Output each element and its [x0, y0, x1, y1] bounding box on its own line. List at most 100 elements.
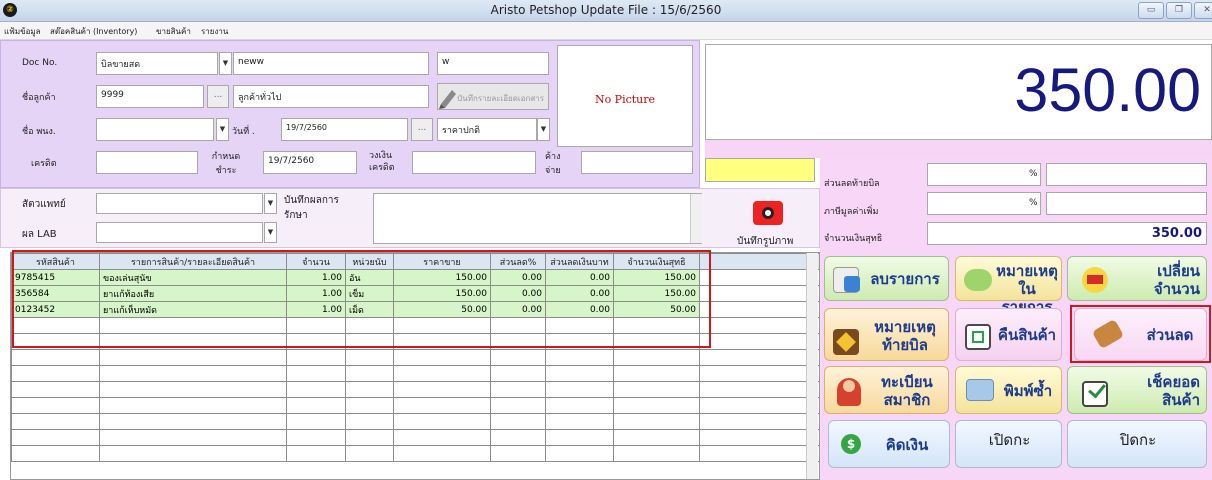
delete-item-label: ลบรายการ: [870, 270, 940, 288]
grid-scrollbar[interactable]: [806, 253, 818, 479]
pay-label: คิดเงิน: [885, 436, 929, 454]
memo-scrollbar[interactable]: [690, 194, 702, 243]
camera-icon[interactable]: [753, 201, 783, 225]
notebook-icon: [833, 329, 859, 355]
chevron-down-icon[interactable]: ▼: [264, 222, 277, 243]
check-stock-label-1: เช็คยอด: [1147, 373, 1200, 391]
delete-icon: [833, 267, 860, 293]
menu-inventory[interactable]: สต๊อคสินค้า (Inventory): [50, 25, 137, 38]
date-picker-button[interactable]: ...: [411, 118, 433, 141]
empty-row[interactable]: [11, 365, 819, 382]
return-item-label: คืนสินค้า: [997, 326, 1057, 344]
credit-limit-field[interactable]: [412, 151, 536, 174]
empty-row[interactable]: [11, 445, 819, 462]
due-date-field[interactable]: 19/7/2560: [263, 151, 357, 174]
menu-bar: แฟ้มข้อมูล สต๊อคสินค้า (Inventory) ขายสิ…: [0, 22, 1212, 40]
date-label: วันที่ .: [232, 127, 255, 137]
lab-field[interactable]: [96, 222, 263, 243]
total-amount: 350.00: [1014, 56, 1201, 124]
open-shift-button[interactable]: เปิดกะ: [955, 420, 1062, 468]
discount-amount-field[interactable]: [1046, 163, 1207, 186]
net-field: 350.00: [927, 222, 1207, 245]
bill-note-button[interactable]: หมายเหตุ ท้ายบิล: [824, 308, 949, 361]
close-icon[interactable]: ✕: [1194, 2, 1212, 19]
menu-sales[interactable]: ขายสินค้า: [156, 25, 191, 38]
doc-extra-field[interactable]: w: [437, 52, 549, 75]
check-stock-label-2: สินค้า: [1162, 391, 1200, 409]
vat-percent-sign: %: [1029, 198, 1038, 208]
chat-icon: [964, 269, 992, 291]
owe-label: ค้าง จ่าย: [545, 152, 561, 176]
doc-type-select[interactable]: บิลขายสด: [96, 52, 218, 75]
menu-file[interactable]: แฟ้มข้อมูล: [4, 25, 41, 38]
chevron-down-icon[interactable]: ▼: [264, 193, 277, 214]
empty-row[interactable]: [11, 413, 819, 430]
minimize-icon[interactable]: ▭: [1138, 2, 1164, 19]
credit-field[interactable]: [96, 151, 198, 174]
member-label-1: ทะเบียน: [881, 373, 933, 391]
item-note-label-1: หมายเหตุ: [996, 262, 1058, 280]
customer-code-field[interactable]: 9999: [96, 85, 204, 108]
title-bar: ② Aristo Petshop Update File : 15/6/2560…: [0, 0, 1212, 22]
vat-label: ภาษีมูลค่าเพิ่ม: [824, 207, 879, 217]
printer-icon: [966, 379, 994, 401]
owe-field[interactable]: [581, 151, 693, 174]
total-display: 350.00: [705, 44, 1212, 140]
empty-row[interactable]: [11, 397, 819, 414]
reprint-button[interactable]: พิมพ์ซ้ำ: [955, 366, 1062, 414]
credit-limit-label: วงเงิน เครดิต: [369, 151, 395, 173]
col-blank: [699, 253, 818, 270]
treatment-memo[interactable]: [373, 193, 702, 244]
discount-percent-field[interactable]: [927, 163, 1041, 186]
open-shift-label: เปิดกะ: [988, 431, 1031, 449]
bill-note-label-1: หมายเหตุ: [874, 318, 936, 336]
checkbox-icon: [1082, 379, 1108, 407]
lab-label: ผล LAB: [22, 229, 57, 240]
person-icon: [837, 378, 861, 406]
customer-name-field[interactable]: ลูกค้าทั่วไป: [233, 85, 429, 108]
chevron-down-icon[interactable]: ▼: [219, 52, 232, 75]
price-type-select[interactable]: ราคาปกติ: [437, 118, 537, 141]
chevron-down-icon[interactable]: ▼: [537, 118, 550, 141]
chevron-down-icon[interactable]: ▼: [216, 118, 229, 141]
empty-row[interactable]: [11, 349, 819, 366]
expand-icon: [965, 324, 991, 350]
window-controls: ▭ ❐ ✕: [1138, 2, 1212, 19]
no-picture-box: No Picture: [557, 45, 693, 147]
item-note-button[interactable]: หมายเหตุ ในรายการ: [955, 256, 1062, 316]
highlight-box-grid: [12, 250, 711, 348]
menu-report[interactable]: รายงาน: [201, 25, 228, 38]
customer-label: ชื่อลูกค้า: [22, 93, 56, 103]
staff-field[interactable]: [96, 118, 214, 141]
pencil-icon: [439, 90, 456, 109]
doc-no-label: Doc No.: [22, 58, 58, 68]
net-label: จำนวนเงินสุทธิ: [824, 234, 883, 244]
bill-note-label-2: ท้ายบิล: [882, 336, 928, 354]
treatment-label: บันทึกผลการ รักษา: [284, 195, 339, 221]
vet-field[interactable]: [96, 193, 263, 214]
vat-amount-field[interactable]: [1046, 192, 1207, 215]
cell-blank: [699, 301, 818, 318]
change-qty-button[interactable]: เปลี่ยน จำนวน: [1067, 256, 1207, 301]
doc-name-field[interactable]: neww: [233, 52, 429, 75]
empty-row[interactable]: [11, 429, 819, 446]
yellow-status-box: [705, 158, 815, 182]
delete-item-button[interactable]: ลบรายการ: [824, 256, 949, 301]
empty-row[interactable]: [11, 381, 819, 398]
member-label-2: สมาชิก: [883, 391, 931, 409]
discount-percent-sign: %: [1029, 169, 1038, 179]
vat-percent-field[interactable]: [927, 192, 1041, 215]
dollar-icon: $: [841, 434, 861, 454]
photo-label[interactable]: บันทึกรูปภาพ: [737, 234, 793, 249]
return-item-button[interactable]: คืนสินค้า: [955, 308, 1062, 361]
pink-strip: [705, 140, 1212, 158]
check-stock-button[interactable]: เช็คยอด สินค้า: [1067, 366, 1207, 414]
date-field[interactable]: 19/7/2560: [281, 118, 408, 141]
restore-icon[interactable]: ❐: [1166, 2, 1192, 19]
pay-button[interactable]: $ คิดเงิน: [828, 420, 950, 468]
close-shift-label: ปิดกะ: [1119, 431, 1157, 449]
member-register-button[interactable]: ทะเบียน สมาชิก: [824, 366, 949, 414]
customer-search-button[interactable]: ...: [207, 85, 229, 108]
vet-label: สัตวแพทย์: [22, 199, 66, 210]
close-shift-button[interactable]: ปิดกะ: [1067, 420, 1207, 468]
